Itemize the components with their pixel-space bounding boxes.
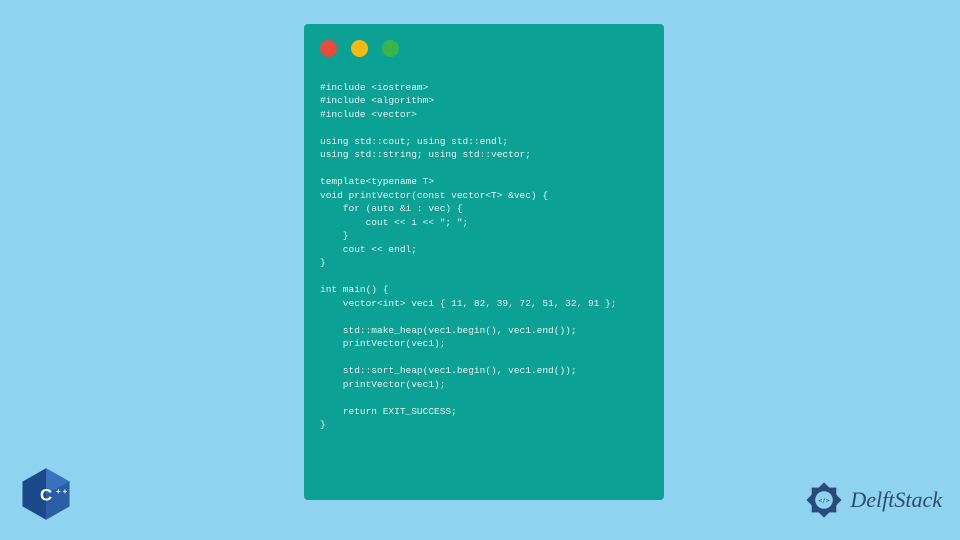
delftstack-label: DelftStack: [850, 487, 942, 513]
svg-text:+: +: [63, 487, 68, 496]
minimize-icon: [351, 40, 368, 57]
traffic-lights: [318, 34, 650, 67]
svg-text:</>: </>: [819, 498, 830, 505]
close-icon: [320, 40, 337, 57]
delftstack-logo: </> DelftStack: [802, 478, 942, 522]
svg-text:C: C: [40, 486, 52, 505]
svg-text:+: +: [56, 487, 61, 496]
delftstack-emblem-icon: </>: [802, 478, 846, 522]
code-content: #include <iostream> #include <algorithm>…: [318, 67, 650, 432]
maximize-icon: [382, 40, 399, 57]
code-window: #include <iostream> #include <algorithm>…: [304, 24, 664, 500]
cpp-logo-icon: C + +: [18, 466, 74, 522]
